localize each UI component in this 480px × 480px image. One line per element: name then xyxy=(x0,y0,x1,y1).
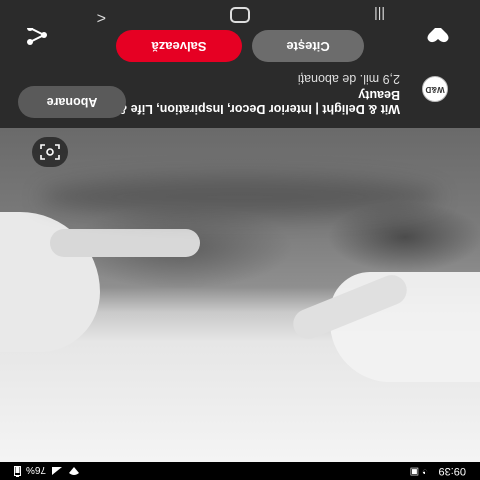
pin-image[interactable] xyxy=(0,128,480,462)
signal-icon xyxy=(51,464,63,477)
read-button[interactable]: Citește xyxy=(252,30,364,62)
status-time: 09:39 xyxy=(438,465,466,477)
follow-button[interactable]: Abonare xyxy=(18,86,126,118)
message-icon: ▣ xyxy=(409,466,420,477)
battery-level: 76% xyxy=(26,464,47,476)
save-button[interactable]: Salvează xyxy=(116,30,242,62)
wifi-icon xyxy=(68,464,80,477)
status-right: 76% xyxy=(14,463,80,477)
image-hand-left xyxy=(50,229,200,257)
app-screen: 09:39 ◔ ▣ 76% ••• xyxy=(0,0,480,480)
author-avatar[interactable]: W&D xyxy=(422,76,448,102)
home-icon[interactable] xyxy=(230,7,250,23)
battery-icon xyxy=(14,463,21,477)
alarm-icon: ◔ xyxy=(421,466,428,477)
image-shadow xyxy=(40,177,440,217)
recent-apps-icon[interactable]: ||| xyxy=(374,7,385,23)
system-nav-bar: ||| < xyxy=(0,0,480,28)
back-icon[interactable]: < xyxy=(97,8,106,26)
author-title[interactable]: Wit & Delight | Interior Decor, Inspirat… xyxy=(100,88,400,116)
visual-search-button[interactable] xyxy=(32,137,68,167)
status-bar: 09:39 ◔ ▣ 76% xyxy=(0,462,480,480)
subscriber-count: 2,9 mil. de abonați xyxy=(297,72,400,86)
status-notification-icons: ◔ ▣ xyxy=(410,466,428,477)
visual-search-icon xyxy=(40,144,60,160)
